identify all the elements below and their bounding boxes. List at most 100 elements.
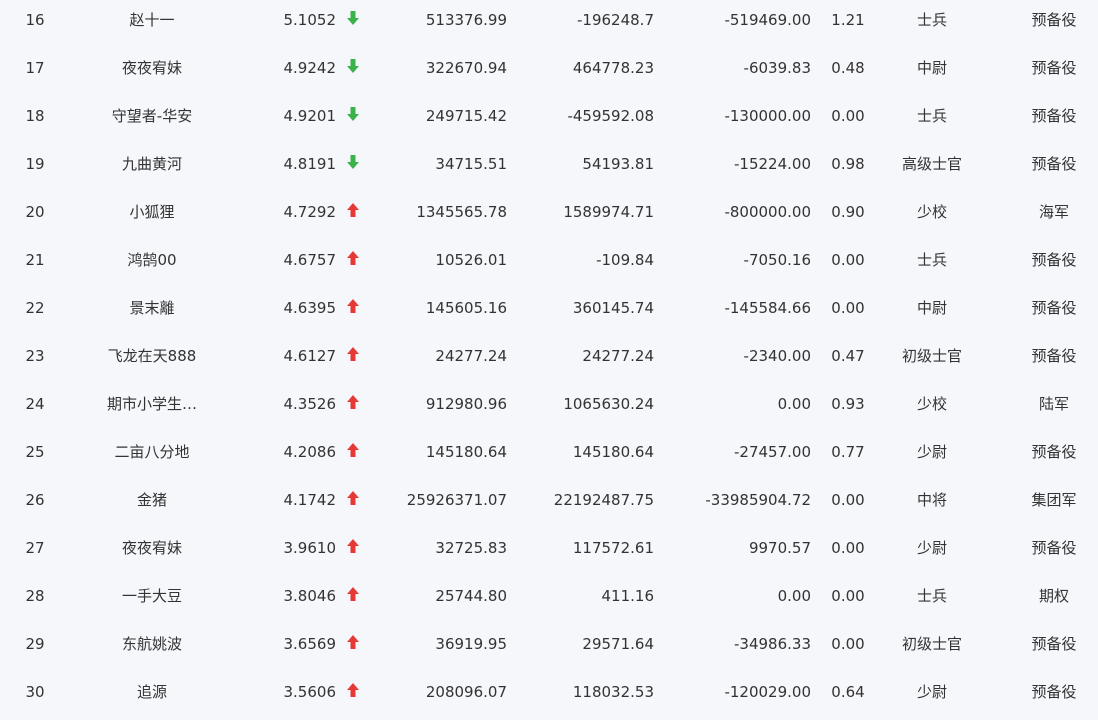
rank-cell: 23: [25, 347, 45, 365]
value-3-cell: -130000.00: [724, 107, 811, 125]
level-cell: 士兵: [916, 107, 947, 125]
trader-name[interactable]: 东航姚波: [90, 624, 214, 672]
trader-name[interactable]: 赵十一: [90, 0, 214, 48]
ratio-cell: 0.77: [831, 443, 865, 461]
table-row[interactable]: 18 守望者-华安 4.9201 249715.42 -459592.08 -1…: [0, 96, 1098, 144]
arrow-up-icon: [344, 528, 362, 576]
value-2-cell: 145180.64: [572, 443, 654, 461]
trader-name[interactable]: 九曲黄河: [90, 144, 214, 192]
value-1-cell: 34715.51: [435, 155, 507, 173]
value-2-cell: 54193.81: [582, 155, 654, 173]
score-cell: 4.3526: [283, 395, 337, 413]
rank-cell: 28: [25, 587, 45, 605]
score-cell: 3.5606: [283, 683, 337, 701]
value-2-cell: 24277.24: [582, 347, 654, 365]
value-1-cell: 249715.42: [425, 107, 507, 125]
value-2-cell: 464778.23: [572, 59, 654, 77]
rank-cell: 18: [25, 107, 45, 125]
arrow-up-icon: [344, 480, 362, 528]
rank-cell: 24: [25, 395, 45, 413]
table-row[interactable]: 30 追源 3.5606 208096.07 118032.53 -120029…: [0, 672, 1098, 720]
group-cell: 预备役: [1031, 155, 1077, 173]
trader-name[interactable]: 期市小学生…: [90, 384, 214, 432]
level-cell: 中尉: [916, 59, 947, 77]
value-1-cell: 25926371.07: [406, 491, 507, 509]
trader-name[interactable]: 追源: [90, 672, 214, 720]
group-cell: 预备役: [1031, 107, 1077, 125]
table-row[interactable]: 17 夜夜宥妹 4.9242 322670.94 464778.23 -6039…: [0, 48, 1098, 96]
value-2-cell: 1065630.24: [563, 395, 654, 413]
score-cell: 4.9242: [283, 59, 337, 77]
ratio-cell: 1.21: [831, 11, 865, 29]
table-row[interactable]: 21 鸿鹄00 4.6757 10526.01 -109.84 -7050.16…: [0, 240, 1098, 288]
table-row[interactable]: 27 夜夜宥妹 3.9610 32725.83 117572.61 9970.5…: [0, 528, 1098, 576]
ratio-cell: 0.00: [831, 539, 865, 557]
ratio-cell: 0.00: [831, 251, 865, 269]
trader-name[interactable]: 金猪: [90, 480, 214, 528]
table-row[interactable]: 29 东航姚波 3.6569 36919.95 29571.64 -34986.…: [0, 624, 1098, 672]
group-cell: 预备役: [1031, 347, 1077, 365]
value-3-cell: -6039.83: [743, 59, 811, 77]
table-row[interactable]: 26 金猪 4.1742 25926371.07 22192487.75 -33…: [0, 480, 1098, 528]
value-2-cell: 118032.53: [572, 683, 654, 701]
rank-cell: 17: [25, 59, 45, 77]
rank-cell: 25: [25, 443, 45, 461]
level-cell: 中尉: [916, 299, 947, 317]
ratio-cell: 0.93: [831, 395, 865, 413]
rank-cell: 16: [25, 11, 45, 29]
value-1-cell: 208096.07: [425, 683, 507, 701]
score-cell: 4.6757: [283, 251, 337, 269]
trader-name[interactable]: 二亩八分地: [90, 432, 214, 480]
value-2-cell: -109.84: [596, 251, 654, 269]
value-1-cell: 36919.95: [435, 635, 507, 653]
group-cell: 预备役: [1031, 683, 1077, 701]
group-cell: 预备役: [1031, 299, 1077, 317]
level-cell: 初级士官: [901, 635, 962, 653]
arrow-up-icon: [344, 240, 362, 288]
value-3-cell: -27457.00: [734, 443, 811, 461]
ratio-cell: 0.47: [831, 347, 865, 365]
table-row[interactable]: 19 九曲黄河 4.8191 34715.51 54193.81 -15224.…: [0, 144, 1098, 192]
table-row[interactable]: 25 二亩八分地 4.2086 145180.64 145180.64 -274…: [0, 432, 1098, 480]
ratio-cell: 0.00: [831, 299, 865, 317]
value-3-cell: 0.00: [777, 587, 811, 605]
trader-name[interactable]: 夜夜宥妹: [90, 528, 214, 576]
trader-name[interactable]: 一手大豆: [90, 576, 214, 624]
table-row[interactable]: 16 赵十一 5.1052 513376.99 -196248.7 -51946…: [0, 0, 1098, 48]
group-cell: 海军: [1038, 203, 1069, 221]
arrow-down-icon: [344, 96, 362, 144]
value-3-cell: -145584.66: [724, 299, 811, 317]
level-cell: 少校: [916, 203, 947, 221]
trader-name[interactable]: 夜夜宥妹: [90, 48, 214, 96]
score-cell: 4.1742: [283, 491, 337, 509]
value-2-cell: 117572.61: [572, 539, 654, 557]
value-2-cell: 22192487.75: [553, 491, 654, 509]
table-row[interactable]: 23 飞龙在天888 4.6127 24277.24 24277.24 -234…: [0, 336, 1098, 384]
ratio-cell: 0.00: [831, 587, 865, 605]
trader-name[interactable]: 小狐狸: [90, 192, 214, 240]
ratio-cell: 0.64: [831, 683, 865, 701]
rank-cell: 19: [25, 155, 45, 173]
value-3-cell: -519469.00: [724, 11, 811, 29]
rank-cell: 22: [25, 299, 45, 317]
trader-name[interactable]: 鸿鹄00: [90, 240, 214, 288]
table-row[interactable]: 20 小狐狸 4.7292 1345565.78 1589974.71 -800…: [0, 192, 1098, 240]
group-cell: 陆军: [1038, 395, 1069, 413]
table-row[interactable]: 22 景末離 4.6395 145605.16 360145.74 -14558…: [0, 288, 1098, 336]
level-cell: 中将: [916, 491, 947, 509]
value-1-cell: 1345565.78: [416, 203, 507, 221]
trader-name[interactable]: 景末離: [90, 288, 214, 336]
table-row[interactable]: 24 期市小学生… 4.3526 912980.96 1065630.24 0.…: [0, 384, 1098, 432]
value-1-cell: 25744.80: [435, 587, 507, 605]
ratio-cell: 0.90: [831, 203, 865, 221]
trader-name[interactable]: 守望者-华安: [90, 96, 214, 144]
group-cell: 预备役: [1031, 11, 1077, 29]
value-3-cell: 0.00: [777, 395, 811, 413]
table-row[interactable]: 28 一手大豆 3.8046 25744.80 411.16 0.00 0.00…: [0, 576, 1098, 624]
trader-name[interactable]: 飞龙在天888: [90, 336, 214, 384]
arrow-down-icon: [344, 48, 362, 96]
value-2-cell: -196248.7: [577, 11, 654, 29]
value-2-cell: 360145.74: [572, 299, 654, 317]
value-3-cell: -2340.00: [743, 347, 811, 365]
value-2-cell: 29571.64: [582, 635, 654, 653]
